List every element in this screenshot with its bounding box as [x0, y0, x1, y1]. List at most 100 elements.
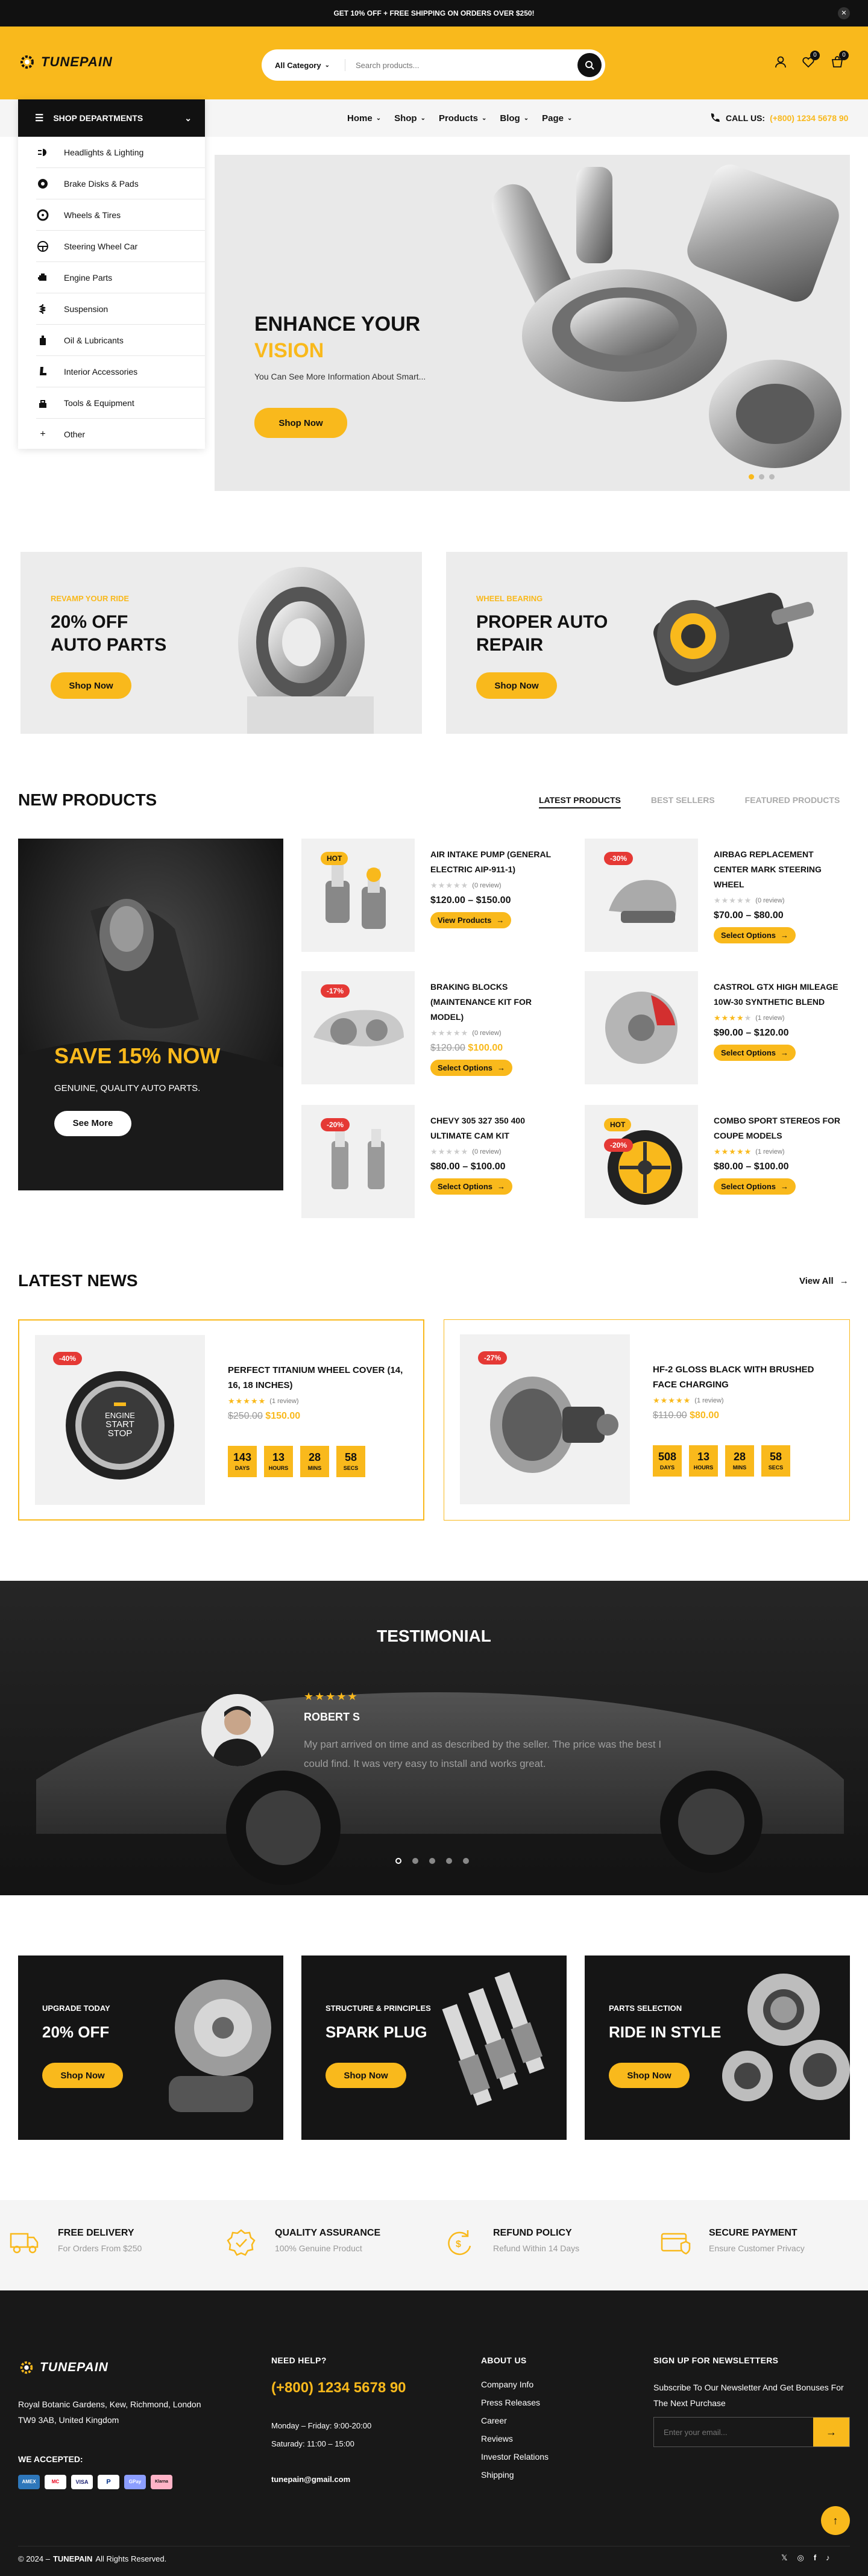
- nav-blog[interactable]: Blog ⌄: [500, 113, 529, 123]
- product-image[interactable]: -17%: [301, 971, 415, 1084]
- slide-dot[interactable]: [412, 1858, 418, 1864]
- promo-shop-now-button[interactable]: Shop Now: [476, 672, 557, 699]
- product-card[interactable]: -30% AIRBAG REPLACEMENT CENTER MARK STEE…: [585, 839, 850, 952]
- slide-dot[interactable]: [463, 1858, 469, 1864]
- product-badge: -20%: [321, 1118, 350, 1131]
- slide-dot[interactable]: [769, 474, 775, 480]
- product-title[interactable]: AIR INTAKE PUMP (GENERAL ELECTRIC AIP-91…: [430, 847, 557, 877]
- product-title[interactable]: CHEVY 305 327 350 400 ULTIMATE CAM KIT: [430, 1113, 557, 1143]
- tab-latest-products[interactable]: LATEST PRODUCTS: [539, 795, 621, 808]
- footer-link-shipping[interactable]: Shipping: [481, 2470, 549, 2488]
- nav-page[interactable]: Page ⌄: [542, 113, 572, 123]
- deal-image[interactable]: -27%: [460, 1334, 630, 1504]
- slide-dot[interactable]: [429, 1858, 435, 1864]
- department-oil[interactable]: Oil & Lubricants: [36, 325, 205, 356]
- select-options-button[interactable]: Select Options →: [714, 1045, 796, 1061]
- department-wheels[interactable]: Wheels & Tires: [36, 199, 205, 231]
- slide-dot-active[interactable]: [395, 1858, 401, 1864]
- product-image[interactable]: -30%: [585, 839, 698, 952]
- view-all-link[interactable]: View All →: [799, 1276, 849, 1286]
- view-products-button[interactable]: View Products →: [430, 912, 512, 928]
- search-button[interactable]: [577, 53, 602, 77]
- product-rating: ★★★★★ (0 review): [430, 1147, 557, 1157]
- department-engine[interactable]: Engine Parts: [36, 262, 205, 293]
- department-steering[interactable]: Steering Wheel Car: [36, 231, 205, 262]
- visa-icon: VISA: [71, 2475, 93, 2489]
- nav-products[interactable]: Products ⌄: [439, 113, 486, 123]
- footer-link-investor-relations[interactable]: Investor Relations: [481, 2452, 549, 2470]
- back-to-top-button[interactable]: ↑: [821, 2506, 850, 2535]
- footer-link-press-releases[interactable]: Press Releases: [481, 2398, 549, 2416]
- feature-text: FREE DELIVERY For Orders From $250: [58, 2228, 142, 2256]
- slide-dot-active[interactable]: [749, 474, 754, 480]
- deal-title[interactable]: PERFECT TITANIUM WHEEL COVER (14, 16, 18…: [228, 1363, 409, 1393]
- wishlist-button[interactable]: 0: [802, 51, 820, 72]
- department-interior[interactable]: Interior Accessories: [36, 356, 205, 387]
- banner-shop-now-button[interactable]: Shop Now: [326, 2063, 406, 2088]
- tab-featured-products[interactable]: FEATURED PRODUCTS: [745, 795, 840, 808]
- product-card[interactable]: -20% CHEVY 305 327 350 400 ULTIMATE CAM …: [301, 1105, 555, 1218]
- select-options-button[interactable]: Select Options →: [430, 1178, 513, 1195]
- account-button[interactable]: [774, 55, 787, 72]
- search-input[interactable]: [356, 55, 561, 75]
- product-image[interactable]: HOT -20%: [585, 1105, 698, 1218]
- footer-link-reviews[interactable]: Reviews: [481, 2434, 549, 2452]
- old-price: $250.00: [228, 1411, 263, 1421]
- footer-phone[interactable]: (+800) 1234 5678 90: [271, 2380, 406, 2396]
- secure-card-icon: [661, 2233, 691, 2255]
- x-twitter-icon[interactable]: 𝕏: [781, 2553, 787, 2563]
- product-title[interactable]: AIRBAG REPLACEMENT CENTER MARK STEERING …: [714, 847, 840, 892]
- footer-link-career[interactable]: Career: [481, 2416, 549, 2434]
- product-title[interactable]: CASTROL GTX HIGH MILEAGE 10W-30 SYNTHETI…: [714, 980, 840, 1010]
- see-more-button[interactable]: See More: [54, 1111, 131, 1136]
- nav-shop[interactable]: Shop ⌄: [394, 113, 426, 123]
- footer-logo[interactable]: TUNEPAIN: [18, 2359, 108, 2376]
- department-tools[interactable]: Tools & Equipment: [36, 387, 205, 419]
- deal-image[interactable]: ENGINE START STOP -40%: [35, 1335, 205, 1505]
- deal-title[interactable]: HF-2 GLOSS BLACK WITH BRUSHED FACE CHARG…: [653, 1362, 834, 1392]
- departments-toggle[interactable]: ☰ SHOP DEPARTMENTS ⌄: [18, 99, 205, 137]
- department-other[interactable]: + Other: [36, 419, 205, 450]
- product-card[interactable]: CASTROL GTX HIGH MILEAGE 10W-30 SYNTHETI…: [585, 971, 850, 1084]
- footer-link-company-info[interactable]: Company Info: [481, 2380, 549, 2398]
- select-options-button[interactable]: Select Options →: [430, 1060, 513, 1076]
- department-brakes[interactable]: Brake Disks & Pads: [36, 168, 205, 199]
- product-card[interactable]: HOT AIR INTAKE PUMP (GENERAL ELECTRIC AI…: [301, 839, 555, 952]
- newsletter-submit-button[interactable]: →: [813, 2418, 849, 2446]
- tab-best-sellers[interactable]: BEST SELLERS: [651, 795, 715, 808]
- menu-icon: ☰: [35, 113, 44, 123]
- banner-shop-now-button[interactable]: Shop Now: [609, 2063, 690, 2088]
- button-label: Select Options: [438, 1182, 493, 1191]
- close-promo-button[interactable]: ✕: [838, 7, 850, 19]
- banner-shop-now-button[interactable]: Shop Now: [42, 2063, 123, 2088]
- product-card[interactable]: -17% BRAKING BLOCKS (MAINTENANCE KIT FOR…: [301, 971, 555, 1084]
- led-bulbs-image: [332, 1129, 385, 1189]
- hero-shop-now-button[interactable]: Shop Now: [254, 408, 347, 438]
- department-headlights[interactable]: Headlights & Lighting: [36, 137, 205, 168]
- instagram-icon[interactable]: ◎: [797, 2553, 804, 2563]
- product-image[interactable]: HOT: [301, 839, 415, 952]
- footer-email[interactable]: tunepain@gmail.com: [271, 2475, 350, 2484]
- select-options-button[interactable]: Select Options →: [714, 1178, 796, 1195]
- cart-button[interactable]: 0: [831, 51, 849, 72]
- product-image[interactable]: -20%: [301, 1105, 415, 1218]
- facebook-icon[interactable]: f: [814, 2553, 816, 2563]
- promo-shop-now-button[interactable]: Shop Now: [51, 672, 131, 699]
- slide-dot[interactable]: [446, 1858, 452, 1864]
- logo[interactable]: TUNEPAIN: [18, 53, 113, 71]
- product-title[interactable]: COMBO SPORT STEREOS FOR COUPE MODELS: [714, 1113, 840, 1143]
- category-select[interactable]: All Category ⌄: [275, 49, 330, 81]
- nav-home[interactable]: Home ⌄: [347, 113, 381, 123]
- tiktok-icon[interactable]: ♪: [826, 2553, 830, 2563]
- newsletter-email-input[interactable]: [654, 2418, 813, 2446]
- department-suspension[interactable]: Suspension: [36, 293, 205, 325]
- product-card[interactable]: HOT -20% COMBO SPORT STEREOS FOR COUPE M…: [585, 1105, 850, 1218]
- product-title[interactable]: BRAKING BLOCKS (MAINTENANCE KIT FOR MODE…: [430, 980, 557, 1025]
- product-info: AIRBAG REPLACEMENT CENTER MARK STEERING …: [714, 847, 840, 943]
- star-rating-icon: ★★★★★: [714, 1013, 752, 1022]
- call-us[interactable]: CALL US: (+800) 1234 5678 90: [709, 99, 848, 137]
- select-options-button[interactable]: Select Options →: [714, 927, 796, 943]
- product-image[interactable]: [585, 971, 698, 1084]
- footer-hours: Monday – Friday: 9:00-20:00 Saturady: 11…: [271, 2417, 371, 2453]
- slide-dot[interactable]: [759, 474, 764, 480]
